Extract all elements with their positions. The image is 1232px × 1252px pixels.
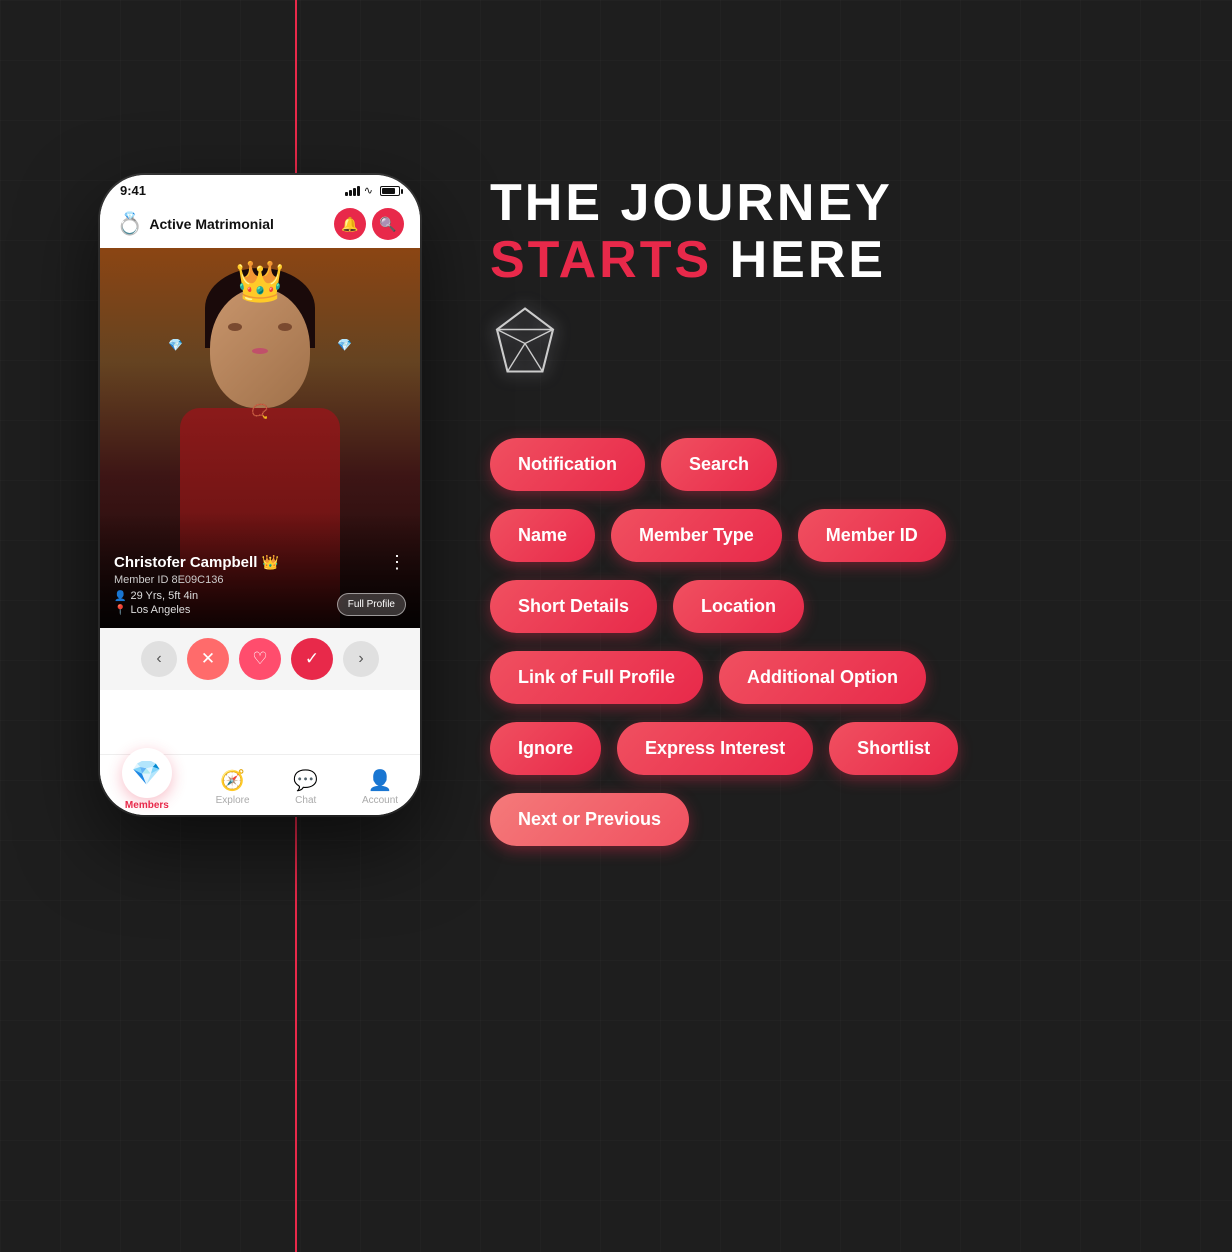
more-options-icon[interactable]: ⋮ bbox=[388, 552, 406, 573]
member-type-pill[interactable]: Member Type bbox=[611, 509, 782, 562]
shortlist-pill[interactable]: Shortlist bbox=[829, 722, 958, 775]
link-full-profile-pill[interactable]: Link of Full Profile bbox=[490, 651, 703, 704]
status-time: 9:41 bbox=[120, 183, 146, 198]
features-pills-grid: Notification Search Name Member Type Mem… bbox=[490, 438, 1172, 846]
pills-row-3: Short Details Location bbox=[490, 580, 1172, 633]
battery-icon bbox=[380, 186, 400, 196]
chat-label: Chat bbox=[295, 795, 316, 806]
location-pill[interactable]: Location bbox=[673, 580, 804, 633]
account-icon: 👤 bbox=[368, 768, 393, 793]
express-interest-pill[interactable]: Express Interest bbox=[617, 722, 813, 775]
additional-option-pill[interactable]: Additional Option bbox=[719, 651, 926, 704]
left-earring: 💎 bbox=[168, 338, 183, 352]
right-content-area: THE JOURNEY STARTS HERE Notification Sea… bbox=[490, 175, 1172, 846]
phone-status-bar: 9:41 ∿ bbox=[100, 175, 420, 202]
members-label: Members bbox=[125, 800, 169, 811]
members-icon: 💎 bbox=[122, 748, 172, 798]
app-header: 💍 Active Matrimonial 🔔 🔍 bbox=[100, 202, 420, 248]
action-buttons-row: ‹ ✕ ♡ ✓ › bbox=[100, 628, 420, 690]
profile-name-row: Christofer Campbell 👑 ⋮ bbox=[114, 552, 406, 573]
pills-row-2: Name Member Type Member ID bbox=[490, 509, 1172, 562]
signal-icon bbox=[345, 186, 360, 196]
heart-action-button[interactable]: ♡ bbox=[239, 638, 281, 680]
app-title: Active Matrimonial bbox=[149, 216, 273, 232]
header-icons: 🔔 🔍 bbox=[334, 208, 404, 240]
face bbox=[210, 288, 310, 408]
next-button[interactable]: › bbox=[343, 641, 379, 677]
pills-row-5: Ignore Express Interest Shortlist bbox=[490, 722, 1172, 775]
hero-line-1: THE JOURNEY bbox=[490, 175, 1172, 232]
hero-line-2: STARTS HERE bbox=[490, 232, 1172, 289]
next-previous-pill[interactable]: Next or Previous bbox=[490, 793, 689, 846]
rings-icon: 💍 bbox=[116, 211, 143, 237]
crown-badge: 👑 bbox=[262, 554, 279, 570]
pills-row-6: Next or Previous bbox=[490, 793, 1172, 846]
short-details-pill[interactable]: Short Details bbox=[490, 580, 657, 633]
nav-explore[interactable]: 🧭 Explore bbox=[216, 768, 250, 806]
nav-members[interactable]: 💎 Members bbox=[122, 763, 172, 811]
account-label: Account bbox=[362, 795, 398, 806]
wifi-icon: ∿ bbox=[364, 184, 373, 197]
profile-name: Christofer Campbell bbox=[114, 554, 257, 571]
pills-row-1: Notification Search bbox=[490, 438, 1172, 491]
hero-here-word: HERE bbox=[730, 231, 886, 289]
app-logo: 💍 Active Matrimonial bbox=[116, 211, 274, 237]
search-pill[interactable]: Search bbox=[661, 438, 777, 491]
explore-icon: 🧭 bbox=[220, 768, 245, 793]
diamond-decoration bbox=[490, 305, 1172, 388]
notification-button[interactable]: 🔔 bbox=[334, 208, 366, 240]
chat-icon: 💬 bbox=[293, 768, 318, 793]
hero-starts-word: STARTS bbox=[490, 231, 712, 289]
crown-decoration: 👑 bbox=[235, 258, 285, 305]
right-earring: 💎 bbox=[337, 338, 352, 352]
prev-button[interactable]: ‹ bbox=[141, 641, 177, 677]
profile-name-group: Christofer Campbell 👑 bbox=[114, 554, 279, 572]
phone-mockup: 9:41 ∿ 💍 Active Matrimonial bbox=[100, 175, 420, 815]
bottom-navigation: 💎 Members 🧭 Explore 💬 Chat 👤 Account bbox=[100, 754, 420, 815]
status-icons: ∿ bbox=[345, 184, 400, 197]
nav-chat[interactable]: 💬 Chat bbox=[293, 768, 318, 806]
hero-text: THE JOURNEY STARTS HERE bbox=[490, 175, 1172, 388]
check-action-button[interactable]: ✓ bbox=[291, 638, 333, 680]
ignore-pill[interactable]: Ignore bbox=[490, 722, 601, 775]
nav-account[interactable]: 👤 Account bbox=[362, 768, 398, 806]
notification-pill[interactable]: Notification bbox=[490, 438, 645, 491]
full-profile-button[interactable]: Full Profile bbox=[337, 593, 406, 616]
phone-frame: 9:41 ∿ 💍 Active Matrimonial bbox=[100, 175, 420, 815]
person-icon: 👤 bbox=[114, 591, 126, 602]
member-id-text: Member ID 8E09C136 bbox=[114, 574, 406, 586]
search-button[interactable]: 🔍 bbox=[372, 208, 404, 240]
explore-label: Explore bbox=[216, 795, 250, 806]
location-icon: 📍 bbox=[114, 605, 126, 616]
ignore-action-button[interactable]: ✕ bbox=[187, 638, 229, 680]
name-pill[interactable]: Name bbox=[490, 509, 595, 562]
necklace-icon: 📿 bbox=[251, 403, 268, 420]
profile-image-area: 👑 📿 💎 💎 bbox=[100, 248, 420, 628]
pills-row-4: Link of Full Profile Additional Option bbox=[490, 651, 1172, 704]
member-id-pill[interactable]: Member ID bbox=[798, 509, 946, 562]
profile-info-overlay: Christofer Campbell 👑 ⋮ Member ID 8E09C1… bbox=[100, 512, 420, 628]
